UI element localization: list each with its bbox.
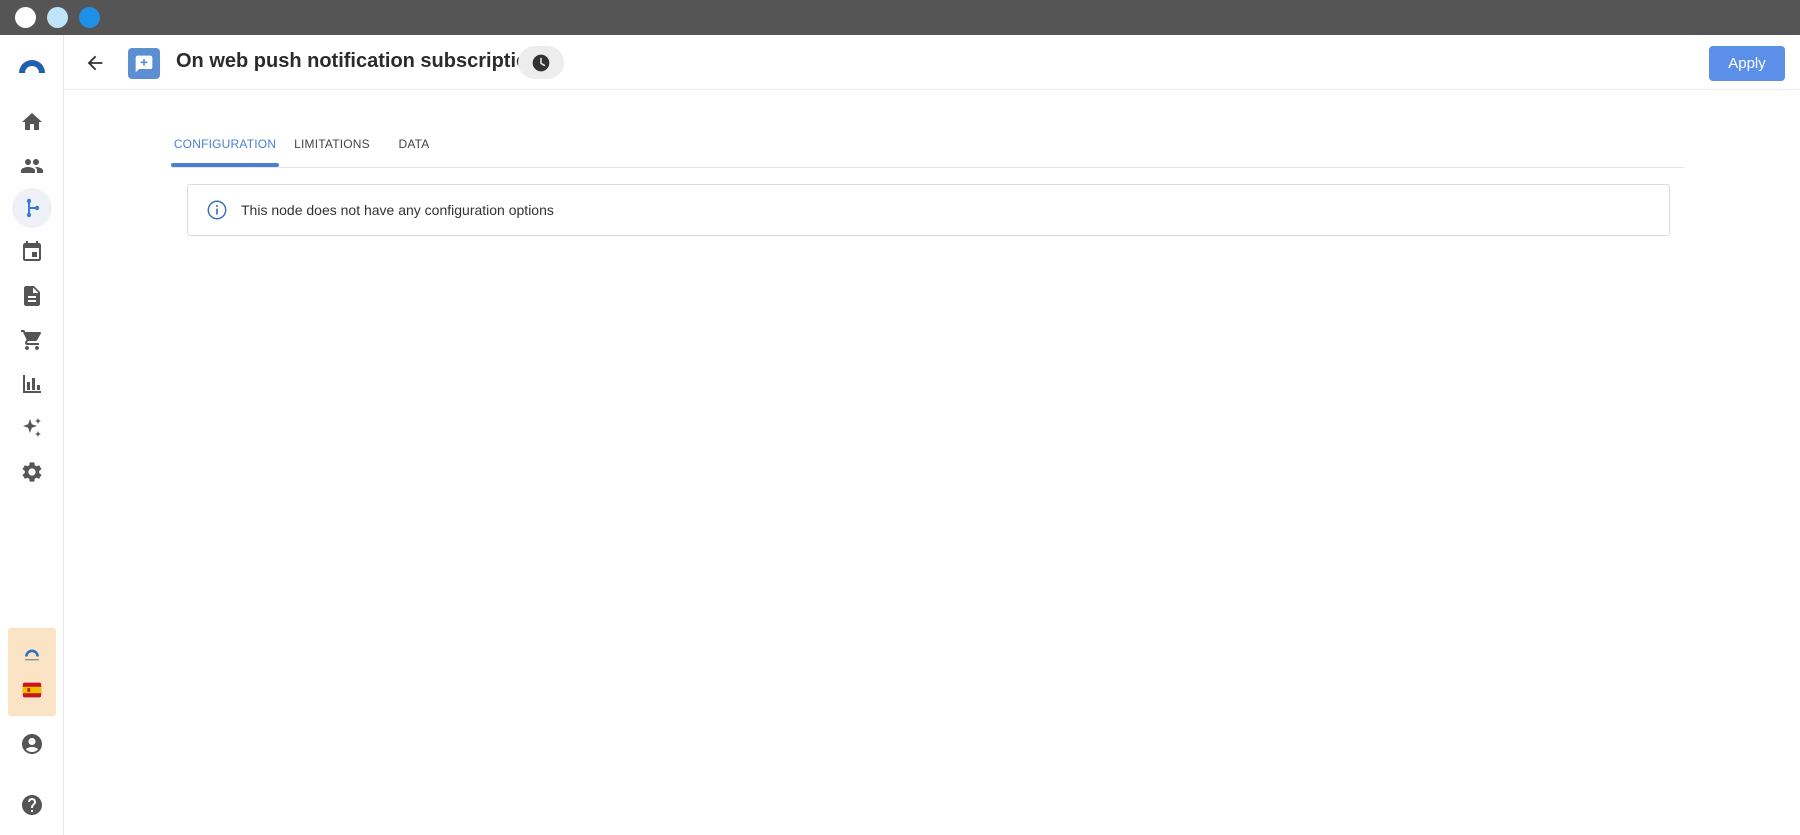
tab-data[interactable]: DATA xyxy=(385,122,443,166)
bar-chart-icon xyxy=(23,375,41,393)
clock-icon xyxy=(532,54,550,71)
window-minimize-dot[interactable] xyxy=(47,7,68,28)
workflow-branch-icon xyxy=(26,198,40,218)
sidebar-item-calendar[interactable] xyxy=(12,232,52,272)
account-circle-icon xyxy=(22,734,42,754)
language-flag-button[interactable] xyxy=(17,675,47,705)
calendar-icon xyxy=(23,241,41,261)
org-logo-icon xyxy=(25,649,39,661)
document-icon xyxy=(24,286,40,306)
tab-configuration[interactable]: CONFIGURATION xyxy=(171,122,279,166)
node-type-badge xyxy=(128,48,160,79)
info-circle-icon xyxy=(205,198,229,222)
sidebar-item-commerce[interactable] xyxy=(12,320,52,360)
tab-bar: CONFIGURATION LIMITATIONS DATA xyxy=(171,122,1685,168)
page-title: On web push notification subscription xyxy=(176,50,541,72)
sidebar-item-ai[interactable] xyxy=(12,408,52,448)
home-icon xyxy=(22,113,42,130)
info-alert: This node does not have any configuratio… xyxy=(187,184,1670,236)
sidebar-item-settings[interactable] xyxy=(12,452,52,492)
apply-button[interactable]: Apply xyxy=(1709,46,1785,81)
sidebar xyxy=(0,35,64,835)
back-button[interactable] xyxy=(78,46,112,80)
page-header: On web push notification subscription Ap… xyxy=(64,35,1800,90)
history-button[interactable] xyxy=(518,46,564,79)
info-message: This node does not have any configuratio… xyxy=(241,202,554,218)
sidebar-item-people[interactable] xyxy=(12,146,52,186)
window-maximize-dot[interactable] xyxy=(79,7,100,28)
help-circle-icon xyxy=(22,795,42,815)
sparkles-icon xyxy=(23,418,41,437)
sidebar-item-documents[interactable] xyxy=(12,276,52,316)
gear-icon xyxy=(22,462,42,482)
arrow-left-icon xyxy=(87,55,103,71)
organization-switcher xyxy=(8,628,56,716)
message-plus-icon xyxy=(135,55,153,72)
brand-arc-logo-icon xyxy=(19,60,45,73)
cart-icon xyxy=(21,330,42,350)
spain-flag-icon xyxy=(22,682,42,698)
org-logo-button[interactable] xyxy=(17,638,47,668)
sidebar-item-home[interactable] xyxy=(12,102,52,142)
account-button[interactable] xyxy=(12,724,52,764)
window-titlebar xyxy=(0,0,1800,35)
sidebar-item-workflows[interactable] xyxy=(12,188,52,228)
sidebar-item-analytics[interactable] xyxy=(12,364,52,404)
help-button[interactable] xyxy=(12,785,52,825)
window-close-dot[interactable] xyxy=(15,7,36,28)
brand-logo[interactable] xyxy=(12,45,52,85)
tab-limitations[interactable]: LIMITATIONS xyxy=(279,122,385,166)
active-tab-indicator xyxy=(171,163,279,167)
people-icon xyxy=(21,159,43,173)
